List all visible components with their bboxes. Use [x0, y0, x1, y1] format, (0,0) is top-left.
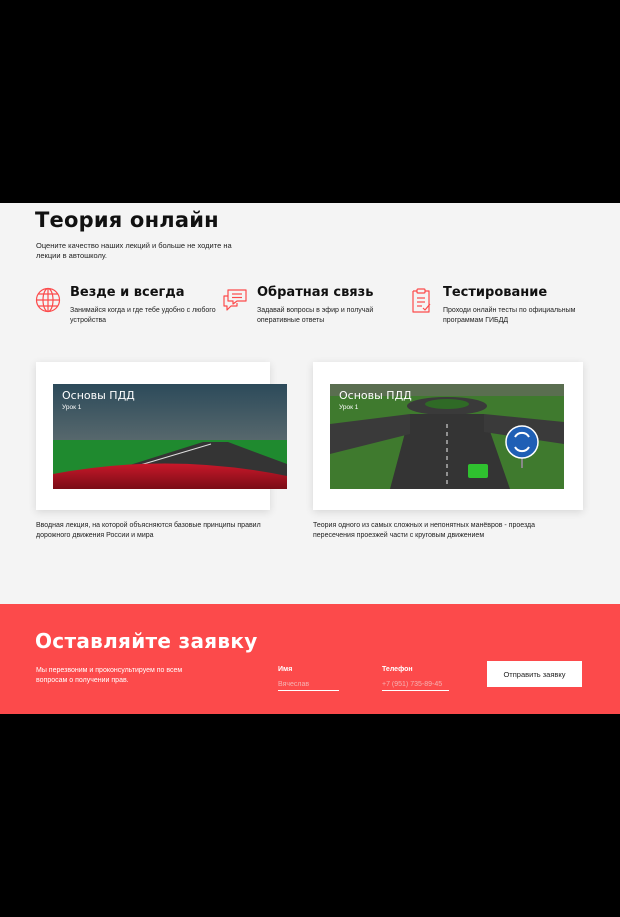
- feature-title: Обратная связь: [257, 285, 374, 300]
- page-subtitle: Оцените качество наших лекций и больше н…: [36, 241, 232, 260]
- clipboard-test-icon: [412, 288, 431, 313]
- phone-label: Телефон: [382, 666, 413, 673]
- video-thumbnail[interactable]: Основы ПДД Урок 1: [53, 384, 287, 489]
- video-lesson: Урок 1: [339, 404, 359, 411]
- video-title: Основы ПДД: [62, 389, 135, 402]
- feature-title: Тестирование: [443, 285, 548, 300]
- globe-icon: [35, 287, 61, 313]
- request-description: Мы перезвоним и проконсультируем по всем…: [36, 667, 183, 684]
- content-page: Теория онлайн Оцените качество наших лек…: [0, 203, 620, 714]
- request-title: Оставляйте заявку: [35, 629, 258, 653]
- video-lesson: Урок 1: [62, 404, 82, 411]
- name-input[interactable]: [278, 678, 339, 691]
- video-description-1: Вводная лекция, на которой объясняются б…: [36, 522, 261, 539]
- video-description-2: Теория одного из самых сложных и непонят…: [313, 522, 536, 539]
- name-label: Имя: [278, 666, 293, 673]
- request-form-section: Оставляйте заявку Мы перезвоним и прокон…: [0, 604, 620, 714]
- page-title: Теория онлайн: [35, 208, 219, 232]
- phone-input[interactable]: [382, 678, 449, 691]
- submit-request-button[interactable]: Отправить заявку: [487, 661, 582, 687]
- video-card-2[interactable]: Основы ПДД Урок 1: [313, 362, 583, 510]
- chat-bubbles-icon: [223, 289, 247, 311]
- feature-text: Занимайся когда и где тебе удобно с любо…: [70, 307, 216, 324]
- feature-text: Проходи онлайн тесты по официальным прог…: [443, 307, 576, 324]
- feature-title: Везде и всегда: [70, 285, 185, 300]
- feature-text: Задавай вопросы в эфир и получай операти…: [257, 307, 374, 324]
- video-thumbnail[interactable]: Основы ПДД Урок 1: [330, 384, 564, 489]
- video-card-1[interactable]: Основы ПДД Урок 1: [36, 362, 287, 510]
- video-title: Основы ПДД: [339, 389, 412, 402]
